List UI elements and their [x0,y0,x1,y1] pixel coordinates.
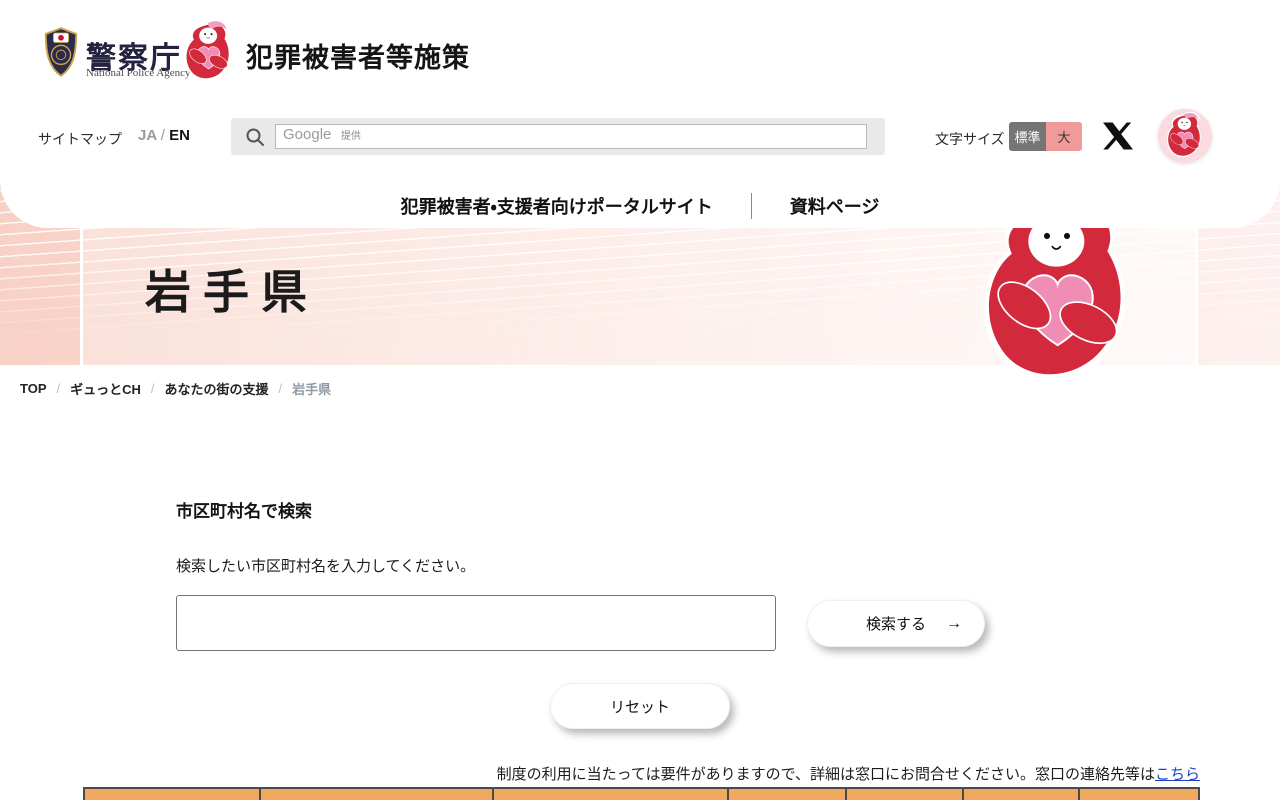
search-icon [246,128,264,146]
breadcrumb-separator: / [278,381,283,396]
usage-note: 制度の利用に当たっては要件がありますので、詳細は窓口にお問合せください。窓口の連… [0,763,1200,784]
agency-name-english: National Police Agency [86,67,191,79]
police-agency-badge-icon [44,27,78,77]
table-header-cell [492,787,729,800]
font-size-standard-button[interactable]: 標準 [1009,122,1046,151]
table-header-cell [1078,787,1200,800]
breadcrumb-separator: / [150,381,155,396]
menu-docs-link[interactable]: 資料ページ [790,193,880,219]
search-instruction: 検索したい市区町村名を入力してください。 [176,558,476,575]
section-heading: 市区町村名で検索 [176,502,312,521]
contact-info-link[interactable]: こちら [1155,766,1200,783]
site-search-bar: Google 提供 [231,118,885,155]
mascot-icon [1165,112,1205,160]
lang-separator: / [160,127,165,144]
table-header-cell [83,787,261,800]
main-menu: 犯罪被害者・支援者向けポータルサイト 資料ページ [0,188,1280,224]
arrow-right-icon: → [946,614,962,632]
mascot-logo-icon [183,20,235,84]
page-title: 岩手県 [145,266,319,318]
table-header-cell [727,787,847,800]
x-twitter-icon[interactable] [1103,121,1133,151]
mascot-character-button[interactable] [1158,109,1212,163]
language-switcher[interactable]: JA / EN [138,127,190,144]
municipality-search-input[interactable] [176,595,776,651]
page: 警察庁 National Police Agency 犯罪被害者等施策 サイトマ… [0,0,1280,800]
breadcrumb: TOP / ギュっとCH / あなたの街の支援 / 岩手県 [20,379,331,398]
font-size-large-button[interactable]: 大 [1046,122,1082,151]
header: 警察庁 National Police Agency 犯罪被害者等施策 サイトマ… [0,0,1280,228]
reset-button[interactable]: リセット [550,683,730,729]
usage-note-text: 制度の利用に当たっては要件がありますので、詳細は窓口にお問合せください。窓口の連… [496,766,1155,783]
table-header-row [83,787,1200,800]
site-search-input[interactable] [275,124,867,149]
search-submit-button[interactable]: 検索する → [807,600,985,647]
menu-portal-link[interactable]: 犯罪被害者・支援者向けポータルサイト [401,193,713,219]
search-button-label: 検索する [865,616,926,633]
municipality-support-table [83,787,1200,800]
font-size-label: 文字サイズ [935,131,1005,147]
breadcrumb-your-town-support[interactable]: あなたの街の支援 [165,379,269,398]
site-search-input-wrap: Google 提供 [275,124,867,149]
breadcrumb-gyutto-ch[interactable]: ギュっとCH [70,379,141,398]
breadcrumb-current-iwate: 岩手県 [292,382,332,397]
sitemap-link[interactable]: サイトマップ [38,129,122,149]
reset-button-label: リセット [609,698,670,716]
site-title: 犯罪被害者等施策 [246,43,470,73]
table-header-cell [259,787,494,800]
breadcrumb-separator: / [56,381,61,396]
menu-divider [750,193,752,219]
breadcrumb-top[interactable]: TOP [20,381,47,396]
lang-en[interactable]: EN [169,127,190,144]
table-header-cell [962,787,1080,800]
lang-ja[interactable]: JA [138,127,157,144]
table-header-cell [845,787,964,800]
